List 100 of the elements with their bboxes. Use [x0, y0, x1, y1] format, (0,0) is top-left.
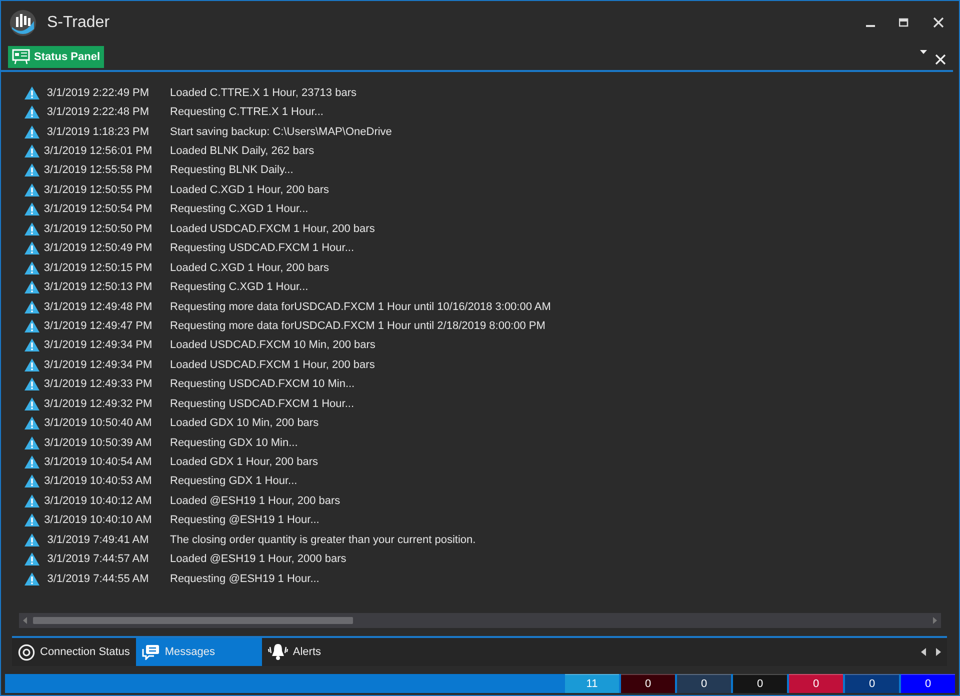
- warning-icon: [24, 513, 40, 528]
- warning-icon: [24, 163, 40, 178]
- message-time: 3/1/2019 12:49:34 PM: [42, 339, 154, 352]
- message-time: 3/1/2019 10:50:40 AM: [43, 417, 153, 430]
- message-time: 3/1/2019 12:49:47 PM: [42, 320, 154, 332]
- message-time: 3/1/2019 12:50:55 PM: [42, 184, 154, 196]
- message-text: Requesting more data forUSDCAD.FXCM 1 Hour until 10/16/2018 3:00:00 AM: [170, 300, 551, 313]
- message-text: Start saving backup: C:\Users\MAP\OneDrive: [170, 126, 392, 138]
- message-text: Requesting GDX 10 Min...: [170, 436, 298, 449]
- message-time: 3/1/2019 12:50:54 PM: [42, 203, 154, 216]
- monitor-icon: [12, 49, 30, 65]
- message-time: 3/1/2019 7:49:41 AM: [46, 534, 150, 546]
- message-text: Loaded C.XGD 1 Hour, 200 bars: [170, 184, 329, 196]
- warning-icon: [24, 182, 40, 197]
- message-time: 3/1/2019 12:50:50 PM: [42, 222, 154, 235]
- status-count: 0: [621, 674, 675, 693]
- status-count: 0: [789, 674, 843, 693]
- message-text: Requesting BLNK Daily...: [170, 164, 294, 176]
- status-count: 0: [733, 674, 787, 693]
- message-time: 3/1/2019 2:22:49 PM: [46, 86, 150, 99]
- message-time: 3/1/2019 10:50:39 AM: [43, 436, 153, 449]
- message-time: 3/1/2019 12:49:34 PM: [42, 358, 154, 371]
- status-count: 0: [845, 674, 899, 693]
- warning-icon: [24, 105, 40, 120]
- warning-icon: [24, 86, 40, 100]
- status-count: 11: [565, 674, 619, 693]
- message-time: 3/1/2019 1:18:23 PM: [46, 126, 150, 138]
- warning-icon: [24, 241, 40, 256]
- message-text: Loaded C.XGD 1 Hour, 200 bars: [170, 262, 329, 274]
- message-time: 3/1/2019 10:40:10 AM: [43, 514, 153, 526]
- message-text: Loaded USDCAD.FXCM 1 Hour, 200 bars: [170, 222, 375, 235]
- window-title: S-Trader: [47, 14, 111, 32]
- message-time: 3/1/2019 10:40:54 AM: [43, 456, 153, 468]
- message-text: Loaded @ESH19 1 Hour, 2000 bars: [170, 553, 346, 566]
- close-panel-button[interactable]: [935, 54, 947, 66]
- warning-icon: [24, 532, 40, 547]
- message-text: Requesting @ESH19 1 Hour...: [170, 572, 320, 585]
- target-icon: [18, 644, 35, 660]
- warning-icon: [24, 494, 40, 508]
- warning-icon: [24, 280, 40, 294]
- scroll-left-icon[interactable]: [921, 648, 926, 656]
- warning-icon: [24, 124, 40, 139]
- message-time: 3/1/2019 12:55:58 PM: [42, 164, 154, 176]
- message-text: Loaded @ESH19 1 Hour, 200 bars: [170, 494, 340, 507]
- warning-icon: [24, 396, 40, 411]
- dropdown-icon[interactable]: [920, 50, 927, 54]
- message-time: 3/1/2019 12:50:49 PM: [42, 242, 154, 254]
- message-text: Requesting USDCAD.FXCM 1 Hour...: [170, 242, 354, 254]
- minimize-icon: [866, 24, 874, 26]
- warning-icon: [24, 318, 40, 333]
- warning-icon: [24, 202, 40, 216]
- message-text: Requesting more data forUSDCAD.FXCM 1 Hour until 2/18/2019 8:00:00 PM: [170, 320, 546, 332]
- warning-icon: [24, 552, 40, 566]
- message-time: 3/1/2019 12:49:32 PM: [42, 398, 154, 410]
- message-text: Loaded GDX 10 Min, 200 bars: [170, 417, 319, 430]
- warning-icon: [24, 474, 40, 488]
- message-text: Requesting C.XGD 1 Hour...: [170, 203, 308, 216]
- message-time: 3/1/2019 12:56:01 PM: [42, 145, 154, 158]
- status-count: 0: [677, 674, 731, 693]
- close-icon: [932, 17, 944, 28]
- message-text: Requesting C.XGD 1 Hour...: [170, 281, 308, 294]
- message-time: 3/1/2019 12:49:33 PM: [42, 378, 154, 390]
- message-text: Loaded GDX 1 Hour, 200 bars: [170, 456, 318, 468]
- warning-icon: [24, 144, 40, 158]
- warning-icon: [24, 455, 40, 470]
- warning-icon: [24, 377, 40, 392]
- warning-icon: [24, 358, 40, 372]
- warning-icon: [24, 436, 40, 450]
- message-time: 3/1/2019 12:50:15 PM: [42, 262, 154, 274]
- message-text: Loaded BLNK Daily, 262 bars: [170, 145, 314, 158]
- message-time: 3/1/2019 10:40:12 AM: [43, 494, 153, 507]
- status-count: 0: [901, 674, 955, 693]
- scroll-right-icon[interactable]: [936, 648, 941, 656]
- message-time: 3/1/2019 10:40:53 AM: [43, 475, 153, 488]
- message-time: 3/1/2019 7:44:57 AM: [46, 553, 150, 566]
- message-text: Requesting USDCAD.FXCM 1 Hour...: [170, 398, 354, 410]
- message-text: Requesting GDX 1 Hour...: [170, 475, 298, 488]
- warning-icon: [24, 222, 40, 236]
- message-text: The closing order quantity is greater than your current position.: [170, 534, 476, 546]
- message-text: Requesting @ESH19 1 Hour...: [170, 514, 320, 526]
- maximize-icon: [899, 18, 909, 28]
- app-logo-icon: [9, 8, 37, 36]
- warning-icon: [24, 572, 40, 586]
- message-text: Loaded C.TTRE.X 1 Hour, 23713 bars: [170, 86, 356, 99]
- message-time: 3/1/2019 2:22:48 PM: [46, 106, 150, 118]
- message-text: Loaded USDCAD.FXCM 10 Min, 200 bars: [170, 339, 376, 352]
- chat-icon: [142, 644, 160, 660]
- message-text: Requesting USDCAD.FXCM 10 Min...: [170, 378, 355, 390]
- warning-icon: [24, 416, 40, 430]
- warning-icon: [24, 338, 40, 352]
- message-time: 3/1/2019 12:50:13 PM: [42, 281, 154, 294]
- message-time: 3/1/2019 12:49:48 PM: [42, 300, 154, 313]
- message-time: 3/1/2019 7:44:55 AM: [46, 572, 150, 585]
- bell-icon: [268, 643, 288, 661]
- message-text: Loaded USDCAD.FXCM 1 Hour, 200 bars: [170, 358, 375, 371]
- warning-icon: [24, 300, 40, 314]
- panel-tab[interactable]: Messages: [136, 638, 262, 666]
- close-icon: [935, 54, 946, 65]
- message-text: Requesting C.TTRE.X 1 Hour...: [170, 106, 324, 118]
- warning-icon: [24, 260, 40, 275]
